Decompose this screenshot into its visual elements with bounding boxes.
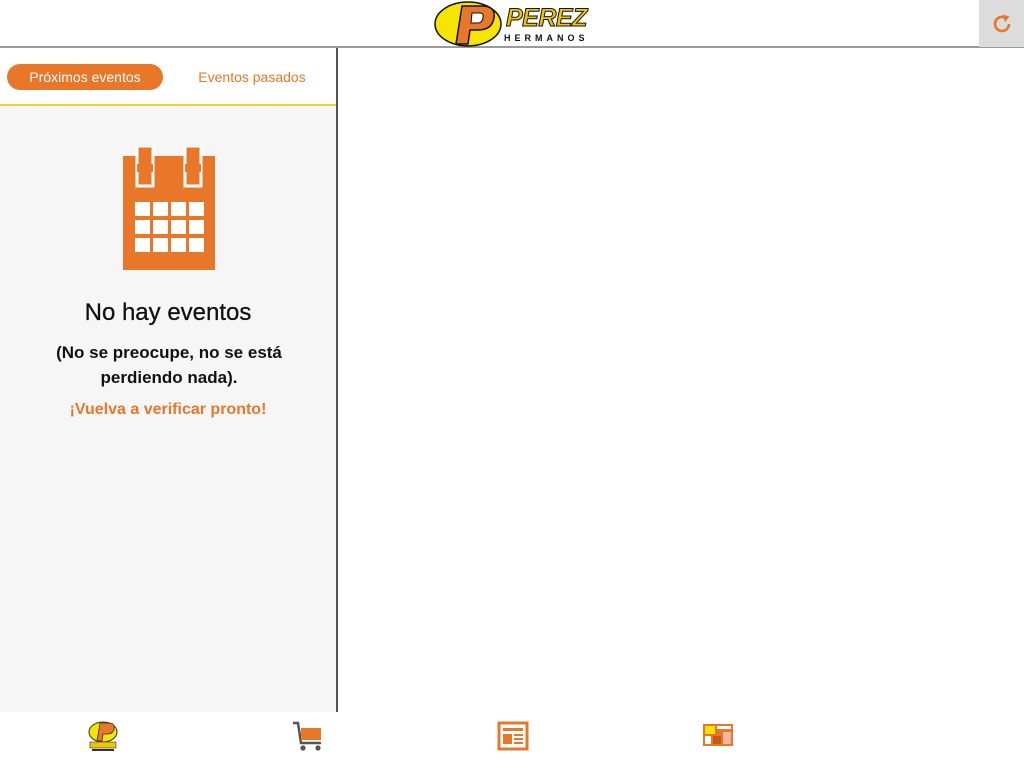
- empty-state-message: (No se preocupe, no se está perdiendo na…: [56, 343, 282, 387]
- tab-past-events[interactable]: Eventos pasados: [182, 64, 322, 90]
- logo-emblem-icon: [434, 1, 502, 47]
- nav-news[interactable]: [495, 718, 531, 754]
- news-icon: [497, 721, 529, 751]
- logo-subtext: HERMANOS: [504, 33, 589, 43]
- app-header: PEREZ HERMANOS: [0, 0, 1024, 48]
- refresh-button[interactable]: [979, 0, 1024, 47]
- tab-upcoming-events[interactable]: Próximos eventos: [7, 64, 163, 90]
- bottom-navigation: [0, 712, 1024, 768]
- shopping-cart-icon: [293, 721, 321, 751]
- nav-shop[interactable]: [290, 718, 326, 754]
- perez-hermanos-logo: PEREZ HERMANOS: [434, 0, 590, 48]
- empty-state-cta: ¡Vuelva a verificar pronto!: [69, 401, 267, 418]
- event-tabs: Próximos eventos Eventos pasados: [0, 48, 336, 106]
- events-panel: Próximos eventos Eventos pasados No hay …: [0, 48, 338, 712]
- empty-state-title: No hay eventos: [84, 299, 252, 326]
- perez-logo-icon: [88, 721, 118, 751]
- nav-promotions[interactable]: [700, 718, 736, 754]
- nav-home[interactable]: [85, 718, 121, 754]
- logo-wordmark: PEREZ: [506, 4, 588, 32]
- calendar-icon: [123, 146, 215, 270]
- refresh-icon: [993, 14, 1010, 32]
- promo-flyer-icon: [703, 724, 733, 746]
